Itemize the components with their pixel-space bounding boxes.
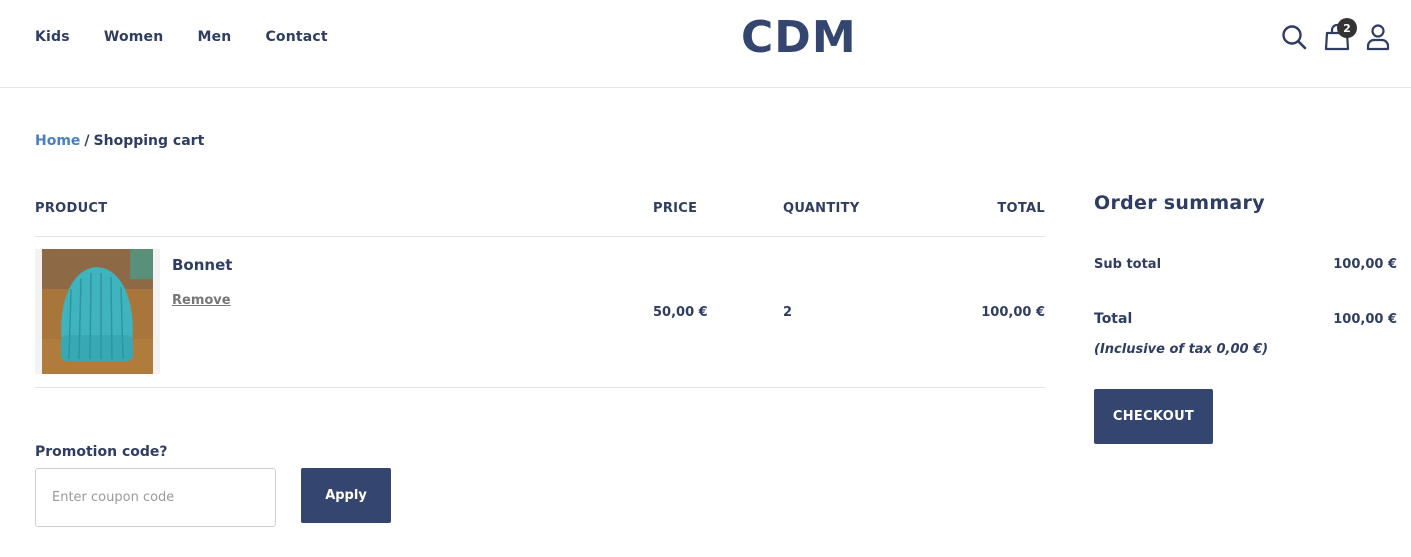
remove-item-link[interactable]: Remove (172, 293, 231, 308)
main-nav: Kids Women Men Contact (35, 29, 362, 45)
product-image[interactable] (35, 249, 160, 374)
item-total: 100,00 € (981, 305, 1045, 320)
column-header-price: PRICE (653, 201, 698, 216)
column-header-total: TOTAL (997, 201, 1045, 216)
subtotal-value: 100,00 € (1333, 257, 1397, 272)
item-quantity[interactable]: 2 (783, 305, 792, 320)
nav-link-contact[interactable]: Contact (265, 29, 327, 45)
cart-count-badge: 2 (1337, 18, 1357, 38)
apply-coupon-button[interactable]: Apply (301, 468, 391, 523)
nav-link-women[interactable]: Women (104, 29, 164, 45)
item-price: 50,00 € (653, 305, 708, 320)
nav-link-men[interactable]: Men (197, 29, 231, 45)
breadcrumb-home-link[interactable]: Home (35, 133, 80, 149)
breadcrumb-current: Shopping cart (93, 133, 205, 149)
breadcrumb-separator: / (84, 133, 90, 149)
search-icon[interactable] (1281, 22, 1309, 52)
cart-row: Bonnet Remove 50,00 € 2 100,00 € (35, 237, 1045, 388)
product-name[interactable]: Bonnet (172, 256, 232, 274)
nav-link-kids[interactable]: Kids (35, 29, 70, 45)
coupon-code-input[interactable] (35, 468, 276, 527)
breadcrumb: Home / Shopping cart (35, 133, 204, 149)
user-account-icon[interactable] (1365, 22, 1393, 52)
subtotal-label: Sub total (1094, 257, 1162, 272)
cart-table: PRODUCT PRICE QUANTITY TOTAL Bonnet Remo… (35, 190, 1045, 388)
column-header-quantity: QUANTITY (783, 201, 860, 216)
total-value: 100,00 € (1333, 312, 1397, 327)
total-label: Total (1094, 311, 1133, 327)
site-header: Kids Women Men Contact CDM 2 (0, 0, 1411, 88)
promo-code-label: Promotion code? (35, 444, 168, 460)
column-header-product: PRODUCT (35, 201, 108, 216)
tax-note: (Inclusive of tax 0,00 €) (1094, 342, 1269, 357)
checkout-button[interactable]: CHECKOUT (1094, 389, 1213, 444)
cart-table-header: PRODUCT PRICE QUANTITY TOTAL (35, 190, 1045, 237)
header-icons: 2 (1281, 18, 1393, 52)
order-summary-title: Order summary (1094, 192, 1265, 214)
site-logo[interactable]: CDM (741, 12, 857, 63)
shopping-bag-icon[interactable]: 2 (1323, 18, 1357, 52)
